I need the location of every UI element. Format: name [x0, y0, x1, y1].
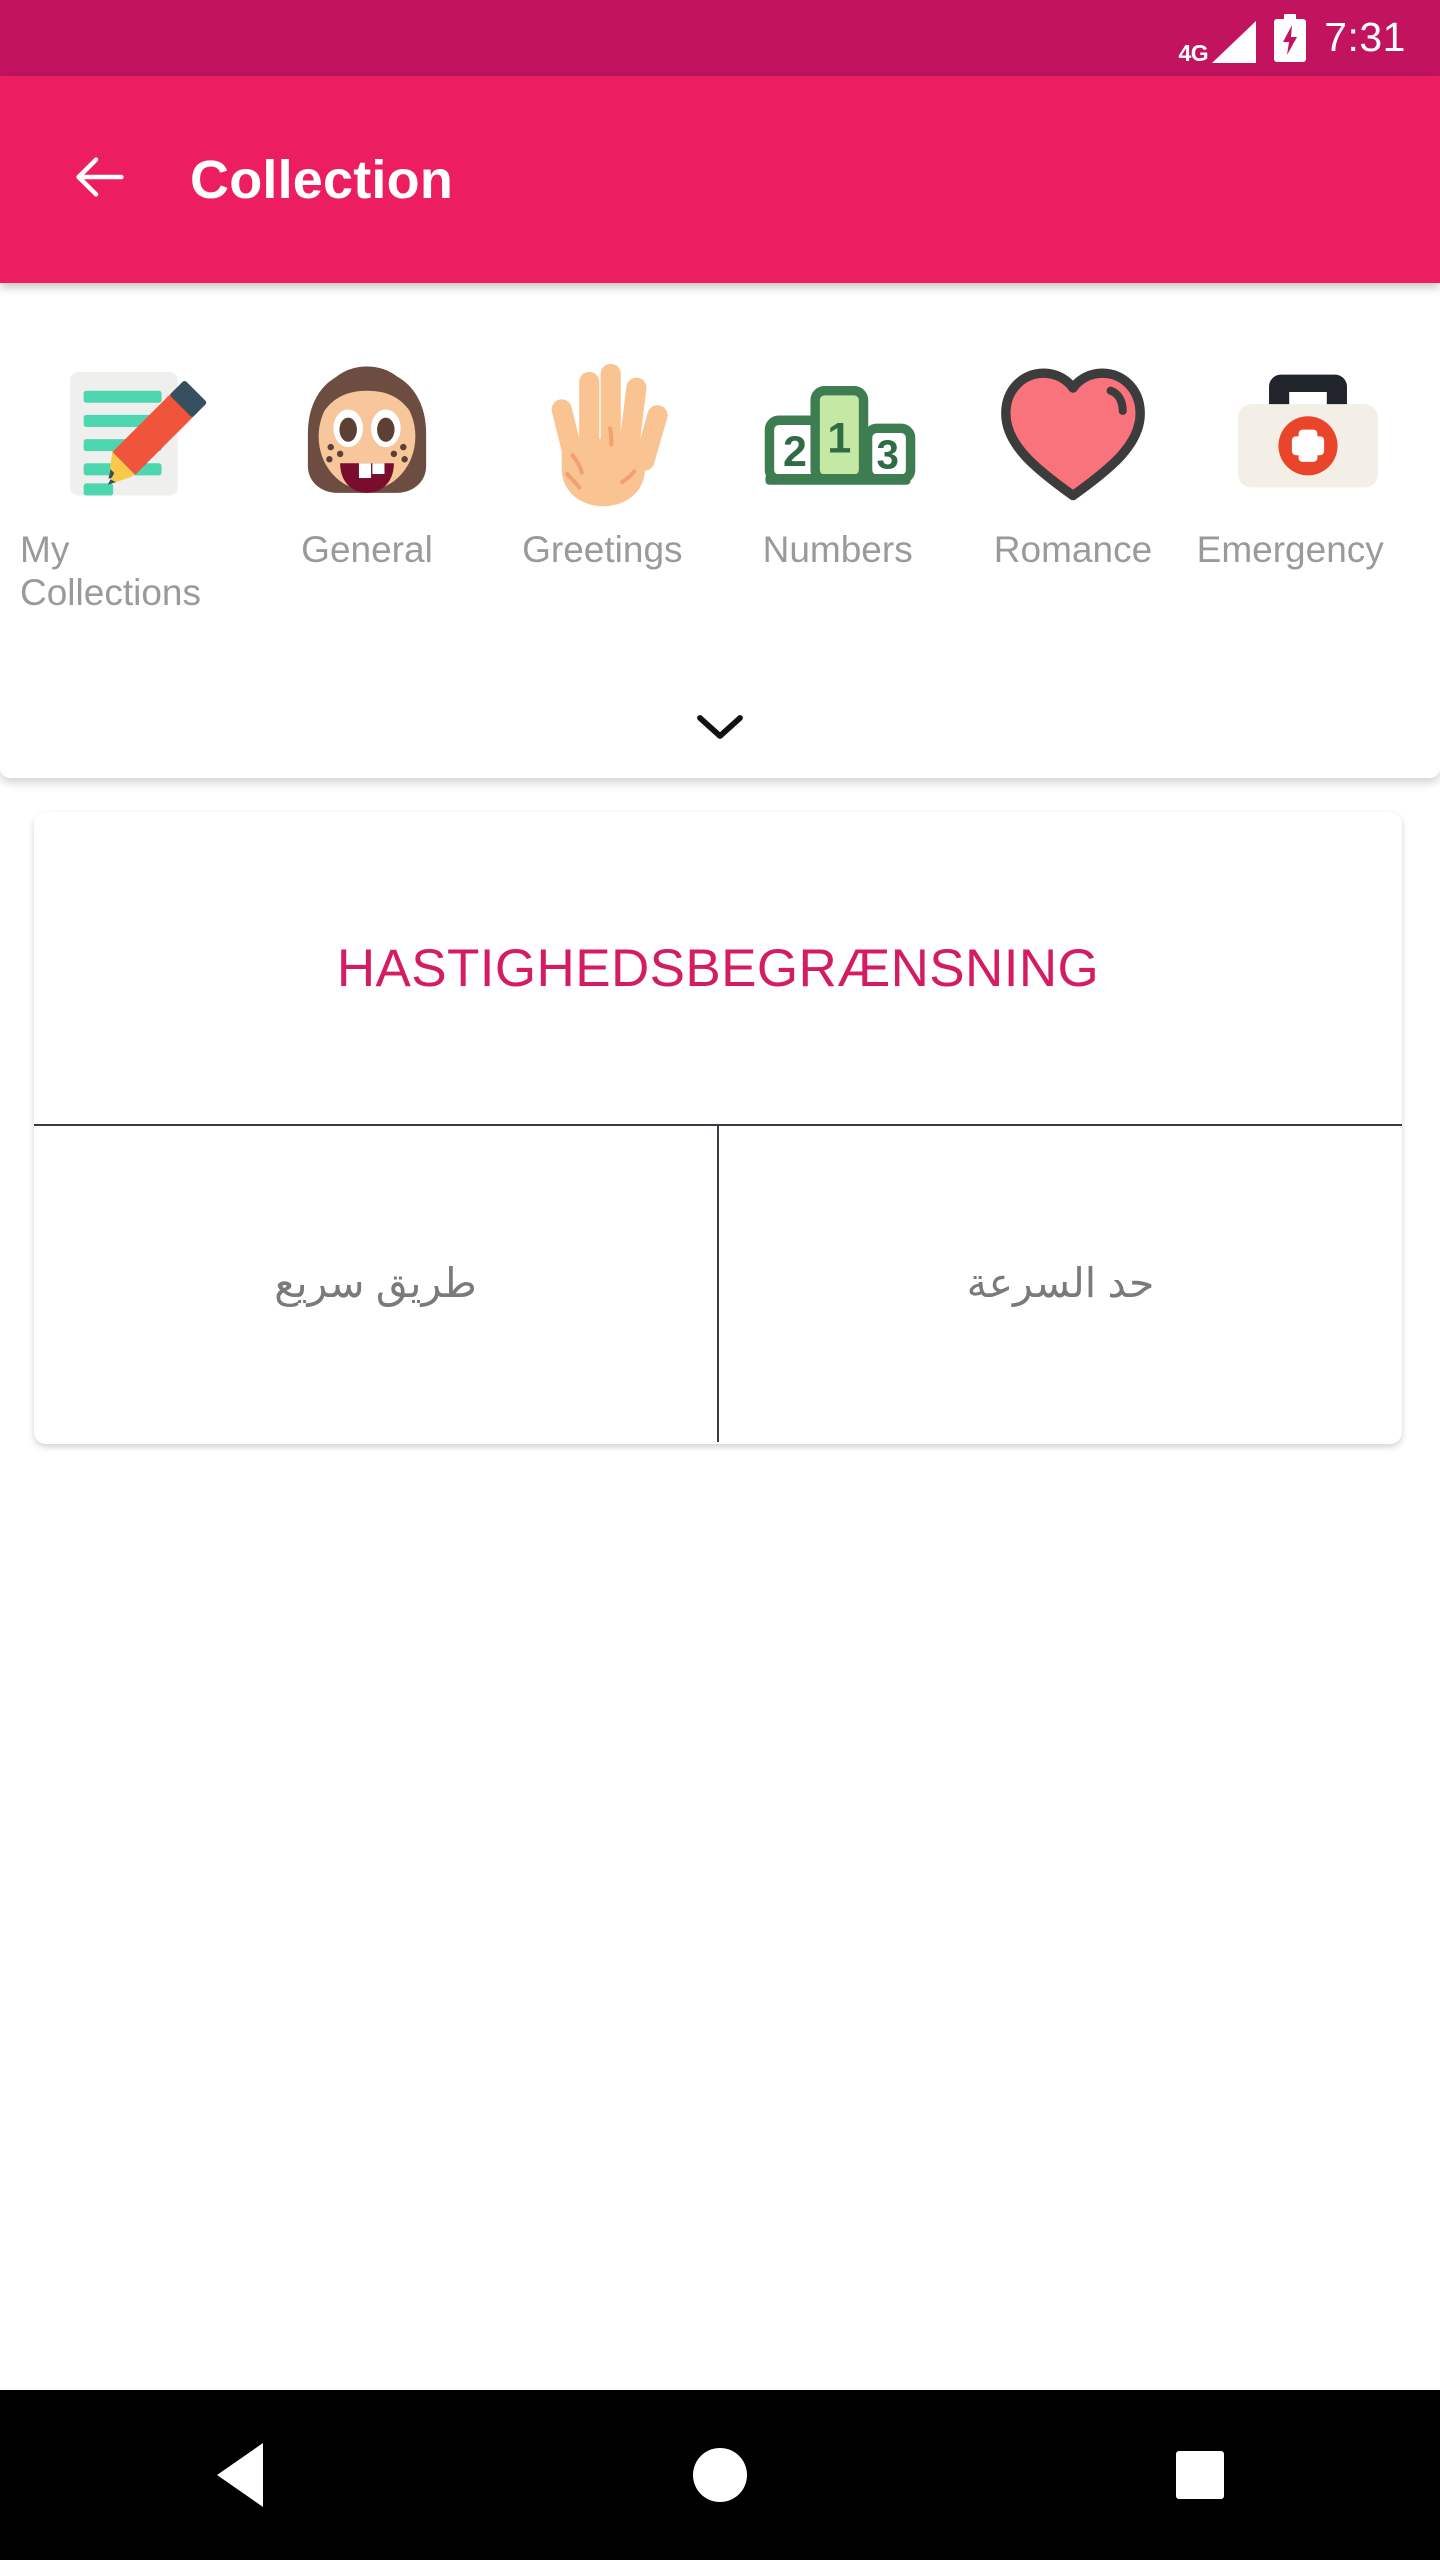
raised-hand-icon	[516, 345, 688, 517]
network-status-group: 4G	[1179, 15, 1257, 65]
category-label: My Collections	[20, 529, 201, 613]
phrase-card[interactable]: HASTIGHEDSBEGRÆNSNING طريق سريع حد السرع…	[34, 812, 1402, 1444]
phrase-translation-text: طريق سريع	[274, 1260, 477, 1307]
first-aid-kit-icon	[1222, 345, 1394, 517]
status-bar: 4G 7:31	[0, 0, 1440, 76]
phrase-translation-text: حد السرعة	[966, 1260, 1155, 1307]
phrase-translation-cell-left[interactable]: طريق سريع	[34, 1126, 719, 1442]
page-title: Collection	[190, 149, 454, 210]
phrase-headline: HASTIGHEDSBEGRÆNSNING	[336, 938, 1100, 998]
category-label: Numbers	[762, 529, 913, 570]
arrow-left-icon	[68, 145, 132, 214]
category-label: Romance	[993, 529, 1153, 570]
back-button[interactable]	[34, 114, 166, 246]
svg-text:2: 2	[783, 428, 807, 476]
category-label: Greetings	[522, 529, 683, 570]
svg-text:3: 3	[876, 433, 898, 478]
nav-back-triangle-icon	[217, 2443, 263, 2507]
phrase-translation-cell-right[interactable]: حد السرعة	[719, 1126, 1402, 1442]
battery-charging-icon	[1274, 14, 1307, 62]
phrase-headline-row: HASTIGHEDSBEGRÆNSNING	[34, 812, 1402, 1126]
phrase-translation-row: طريق سريع حد السرعة	[34, 1126, 1402, 1442]
signal-triangle-icon	[1210, 21, 1257, 63]
category-item-numbers[interactable]: 2 1 3 Numbers	[720, 283, 955, 678]
heart-icon	[987, 345, 1159, 517]
network-type-label: 4G	[1178, 40, 1209, 66]
podium-123-icon: 2 1 3	[752, 345, 924, 517]
nav-back-button[interactable]	[165, 2400, 315, 2550]
category-panel: My Collections General Greetings 2 1 3 N…	[0, 283, 1440, 778]
category-item-general[interactable]: General	[249, 283, 484, 678]
category-item-romance[interactable]: Romance	[955, 283, 1190, 678]
memo-pencil-icon	[46, 345, 218, 517]
category-item-greetings[interactable]: Greetings	[485, 283, 720, 678]
status-bar-right-group: 4G 7:31	[1179, 13, 1407, 65]
nav-recents-square-icon	[1176, 2451, 1224, 2499]
status-bar-clock: 7:31	[1324, 13, 1406, 60]
expand-categories-button[interactable]	[0, 678, 1440, 778]
category-label: General	[301, 529, 433, 570]
nav-home-circle-icon	[693, 2448, 747, 2502]
app-bar: Collection	[0, 76, 1440, 283]
app-screen: 4G 7:31 Collection My Collections Genera…	[0, 0, 1440, 2560]
nav-recents-button[interactable]	[1125, 2400, 1275, 2550]
category-item-my-collections[interactable]: My Collections	[14, 283, 249, 678]
girl-face-icon	[281, 345, 453, 517]
category-item-emergency[interactable]: Emergency	[1191, 283, 1426, 678]
category-label: Emergency	[1196, 529, 1384, 570]
svg-text:1: 1	[827, 415, 851, 463]
category-list: My Collections General Greetings 2 1 3 N…	[0, 283, 1440, 678]
chevron-down-icon	[694, 710, 746, 747]
nav-home-button[interactable]	[645, 2400, 795, 2550]
android-navigation-bar	[0, 2390, 1440, 2560]
